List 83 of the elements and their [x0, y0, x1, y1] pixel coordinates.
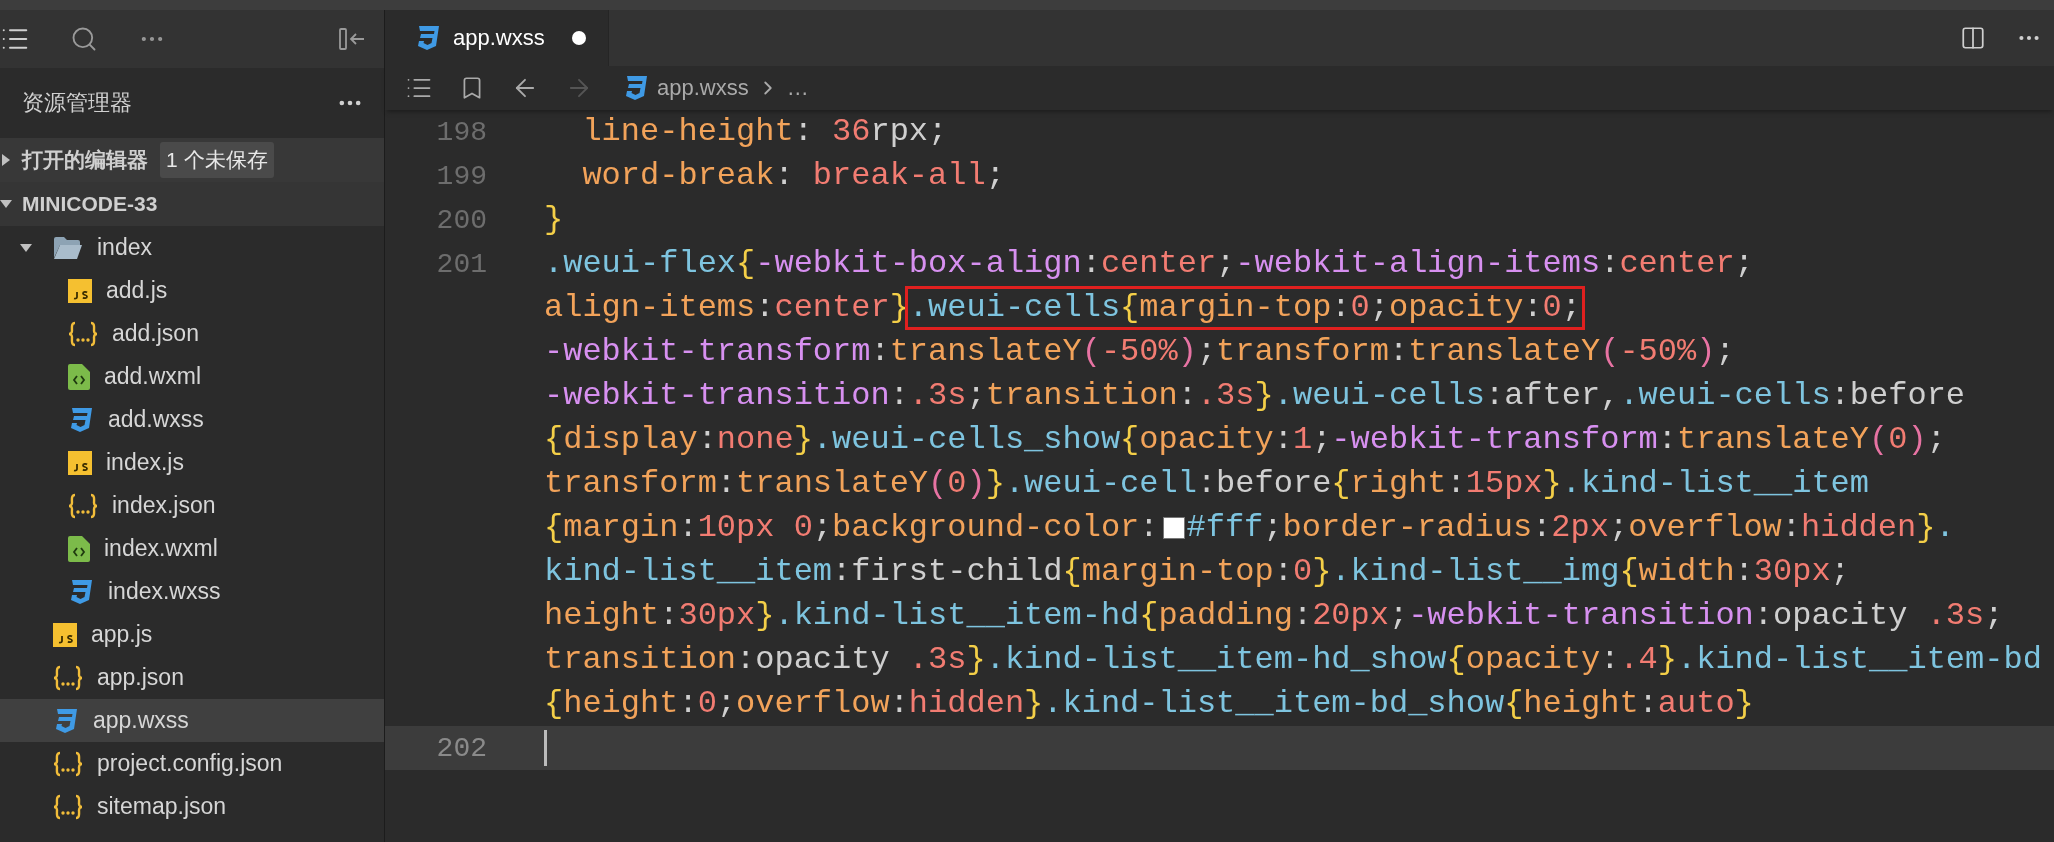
- file-row[interactable]: sitemap.json: [0, 785, 384, 828]
- code-line: {height:0;overflow:hidden}.kind-list__item-bd_show{height:auto}: [544, 684, 1754, 724]
- collapse-caret-icon[interactable]: [0, 154, 12, 166]
- code-line: align-items:center}: [544, 288, 909, 328]
- section-title: MINICODE-33: [22, 192, 158, 216]
- file-name: index.wxss: [108, 578, 221, 605]
- file-row[interactable]: index.wxss: [0, 570, 384, 613]
- file-row[interactable]: index.wxml: [0, 527, 384, 570]
- line-number: 201: [436, 248, 487, 280]
- file-name: add.json: [112, 320, 199, 347]
- line-number: 199: [436, 160, 487, 192]
- js-file-icon: [53, 622, 77, 647]
- code-file-icon: [68, 535, 90, 562]
- code-line: kind-list__item:first-child{margin-top:0}.kind-list__img{width:30px;: [544, 552, 1850, 592]
- file-row[interactable]: add.wxml: [0, 355, 384, 398]
- line-number: 198: [436, 116, 487, 148]
- code-line: -webkit-transform:translateY(-50%);transform:translateY(-50%);: [544, 332, 1735, 372]
- file-name: app.wxss: [93, 707, 189, 734]
- css-icon: [415, 25, 441, 51]
- braces-icon: [68, 492, 98, 519]
- file-name: app.json: [97, 664, 184, 691]
- breadcrumb-file[interactable]: app.wxss: [657, 75, 749, 101]
- file-row[interactable]: app.json: [0, 656, 384, 699]
- expand-caret-icon[interactable]: [20, 241, 32, 254]
- folder-icon: [53, 235, 83, 260]
- section-title: 打开的编辑器: [22, 147, 148, 173]
- file-row[interactable]: add.wxss: [0, 398, 384, 441]
- explorer-title: 资源管理器: [22, 89, 132, 117]
- braces-icon: [53, 793, 83, 820]
- code-line: transition:opacity .3s}.kind-list__item-hd_show{opacity:.4}.kind-list__item-bd: [544, 640, 2042, 680]
- js-file-icon: [68, 278, 92, 303]
- highlighted-code: .weui-cells{margin-top:0;opacity:0;: [906, 288, 1583, 328]
- color-swatch[interactable]: [1162, 517, 1185, 539]
- css-icon: [68, 578, 94, 605]
- css-icon: [53, 707, 79, 734]
- line-number: 200: [436, 204, 487, 236]
- code-line: {display:none}.weui-cells_show{opacity:1;-webkit-transform:translateY(0);: [544, 420, 1946, 460]
- file-row[interactable]: add.js: [0, 269, 384, 312]
- tab-label: app.wxss: [453, 25, 545, 51]
- code-line: -webkit-transition:.3s;transition:.3s}.weui-cells:after,.weui-cells:before: [544, 376, 1966, 416]
- folder-name: index: [97, 234, 152, 261]
- code-line: line-height: 36rpx;: [581, 112, 948, 152]
- file-row[interactable]: app.js: [0, 613, 384, 656]
- file-name: app.js: [91, 621, 153, 648]
- code-line: word-break: break-all;: [581, 156, 1005, 196]
- file-name: add.js: [106, 277, 168, 304]
- css-icon: [68, 406, 94, 433]
- breadcrumb-more[interactable]: …: [786, 75, 809, 101]
- section-header[interactable]: 打开的编辑器 1 个未保存: [0, 138, 384, 182]
- editor-tab[interactable]: app.wxss: [385, 10, 609, 66]
- file-name: sitemap.json: [97, 793, 227, 820]
- file-name: index.wxml: [104, 535, 218, 562]
- braces-icon: [53, 750, 83, 777]
- braces-icon: [53, 664, 83, 691]
- code-line: }: [544, 200, 564, 240]
- file-name: index.json: [112, 492, 216, 519]
- file-row[interactable]: app.wxss: [0, 699, 384, 742]
- code-line: transform:translateY(0)}.weui-cell:before{right:15px}.kind-list__item: [544, 464, 1869, 504]
- file-name: index.js: [106, 449, 184, 476]
- section-header[interactable]: MINICODE-33: [0, 182, 384, 226]
- braces-icon: [68, 320, 98, 347]
- file-row[interactable]: add.json: [0, 312, 384, 355]
- js-file-icon: [68, 450, 92, 475]
- css-icon: [623, 75, 649, 101]
- unsaved-badge: 1 个未保存: [160, 142, 274, 178]
- folder-row[interactable]: index: [0, 226, 384, 269]
- collapse-panel-icon[interactable]: [338, 26, 366, 52]
- expand-caret-icon[interactable]: [0, 198, 12, 210]
- code-line: .weui-flex{-webkit-box-align:center;-webkit-align-items:center;: [544, 244, 1754, 284]
- code-file-icon: [68, 363, 90, 390]
- file-name: add.wxml: [104, 363, 202, 390]
- file-name: add.wxss: [108, 406, 204, 433]
- text-cursor: [544, 730, 547, 766]
- file-row[interactable]: index.json: [0, 484, 384, 527]
- split-editor-icon[interactable]: [1960, 25, 1986, 51]
- file-row[interactable]: index.js: [0, 441, 384, 484]
- code-line: height:30px}.kind-list__item-hd{padding:20px;-webkit-transition:opacity .3s;: [544, 596, 2004, 636]
- file-name: project.config.json: [97, 750, 283, 777]
- line-number: 202: [436, 732, 487, 764]
- code-line: #fff;border-radius:2px;overflow:hidden}.: [1186, 508, 1955, 548]
- code-line: {margin:10px 0;background-color:: [544, 508, 1159, 548]
- search-icon[interactable]: [70, 25, 98, 53]
- file-row[interactable]: project.config.json: [0, 742, 384, 785]
